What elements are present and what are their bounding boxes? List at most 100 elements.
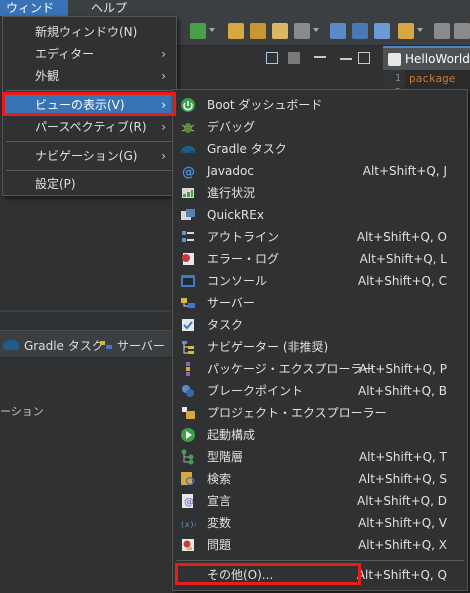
- view-item-boot-dashboard[interactable]: Boot ダッシュボード: [173, 94, 467, 116]
- view-item-other[interactable]: その他(O)... Alt+Shift+Q, Q: [173, 564, 467, 586]
- editor-tab-label: HelloWorld.: [405, 52, 470, 66]
- package-explorer-icon: [180, 361, 196, 377]
- menu-item-label: エラー・ログ: [207, 252, 280, 266]
- view-item-problems[interactable]: 問題 Alt+Shift+Q, X: [173, 534, 467, 556]
- menu-item-label: デバッグ: [207, 120, 256, 134]
- open-type-icon[interactable]: [374, 23, 390, 39]
- menu-item-label: ナビゲーター (非推奨): [207, 340, 329, 354]
- refresh-icon[interactable]: [190, 23, 206, 39]
- console-icon: [180, 273, 196, 289]
- menu-item-label: Boot ダッシュボード: [207, 98, 323, 112]
- chevron-right-icon: ›: [161, 149, 166, 163]
- menu-item-label: パッケージ・エクスプローラー: [207, 362, 375, 376]
- menu-window[interactable]: ウィンドウ(W): [0, 0, 68, 31]
- view-item-launch-configurations[interactable]: 起動構成: [173, 424, 467, 446]
- chevron-down-icon[interactable]: [313, 28, 319, 32]
- maximize-icon[interactable]: [358, 52, 370, 64]
- forward-arrow-icon[interactable]: [454, 23, 470, 39]
- view-item-console[interactable]: コンソール Alt+Shift+Q, C: [173, 270, 467, 292]
- problems-icon: [180, 537, 196, 553]
- menu-item-label: 新規ウィンドウ(N): [35, 25, 138, 39]
- shortcut-label: Alt+Shift+Q, V: [358, 516, 447, 530]
- menu-item-show-view[interactable]: ビューの表示(V) ›: [3, 94, 176, 116]
- view-toolbar: [262, 50, 372, 68]
- tool-icon[interactable]: [294, 23, 310, 39]
- view-menu-icon[interactable]: [314, 56, 326, 62]
- shortcut-label: Alt+Shift+Q, C: [357, 274, 447, 288]
- type-hierarchy-icon: [180, 449, 196, 465]
- editor-tab-helloworld[interactable]: HelloWorld.: [383, 46, 470, 70]
- chevron-right-icon: ›: [161, 47, 166, 61]
- tasks-icon: [180, 317, 196, 333]
- menu-item-label: その他(O)...: [207, 568, 274, 582]
- progress-icon: [180, 185, 196, 201]
- line-number: 1: [394, 73, 401, 84]
- launch-config-icon: [180, 427, 196, 443]
- view-item-outline[interactable]: アウトライン Alt+Shift+Q, O: [173, 226, 467, 248]
- menu-item-appearance[interactable]: 外観 ›: [3, 65, 176, 87]
- view-item-debug[interactable]: デバッグ: [173, 116, 467, 138]
- menu-item-perspective[interactable]: パースペクティブ(R) ›: [3, 116, 176, 138]
- view-item-servers[interactable]: サーバー: [173, 292, 467, 314]
- search-icon[interactable]: [330, 23, 346, 39]
- tab-gradle-tasks[interactable]: Gradle タスク: [24, 338, 104, 354]
- view-item-type-hierarchy[interactable]: 型階層 Alt+Shift+Q, T: [173, 446, 467, 468]
- chevron-down-icon[interactable]: [417, 28, 423, 32]
- menu-item-editor[interactable]: エディター ›: [3, 43, 176, 65]
- svg-text:(x)=: (x)=: [180, 520, 196, 529]
- menu-item-new-window[interactable]: 新規ウィンドウ(N): [3, 21, 176, 43]
- view-item-search[interactable]: 検索 Alt+Shift+Q, S: [173, 468, 467, 490]
- view-item-project-explorer[interactable]: プロジェクト・エクスプローラー: [173, 402, 467, 424]
- gradle-elephant-icon: [3, 340, 19, 350]
- shortcut-label: Alt+Shift+Q, Q: [356, 568, 447, 582]
- menu-help[interactable]: ヘルプ(H): [85, 0, 147, 31]
- tab-servers[interactable]: サーバー: [117, 338, 165, 354]
- view-item-progress[interactable]: 進行状況: [173, 182, 467, 204]
- download-icon[interactable]: [398, 23, 414, 39]
- menu-item-navigation[interactable]: ナビゲーション(G) ›: [3, 145, 176, 167]
- search-file-icon[interactable]: [352, 23, 368, 39]
- view-item-javadoc[interactable]: @ Javadoc Alt+Shift+Q, J: [173, 160, 467, 182]
- menu-item-label: 変数: [207, 516, 232, 530]
- show-view-submenu: Boot ダッシュボード デバッグ Gradle タスク @ Javadoc A…: [172, 89, 468, 591]
- menu-item-label: パースペクティブ(R): [35, 120, 147, 134]
- menu-item-label: 起動構成: [207, 428, 256, 442]
- back-arrow-icon[interactable]: [434, 23, 450, 39]
- view-item-quickrex[interactable]: QuickREx: [173, 204, 467, 226]
- declaration-icon: @: [180, 493, 196, 509]
- chevron-right-icon: ›: [161, 98, 166, 112]
- quickrex-icon: [180, 207, 196, 223]
- link-editor-icon[interactable]: [288, 52, 300, 64]
- pane-divider: [0, 310, 176, 312]
- menu-item-label: 設定(P): [35, 177, 76, 191]
- view-item-package-explorer[interactable]: パッケージ・エクスプローラー Alt+Shift+Q, P: [173, 358, 467, 380]
- shortcut-label: Alt+Shift+Q, D: [357, 494, 447, 508]
- folder-open-icon[interactable]: [250, 23, 266, 39]
- javadoc-at-icon: @: [180, 163, 196, 180]
- shortcut-label: Alt+Shift+Q, L: [359, 252, 447, 266]
- menu-item-label: 型階層: [207, 450, 244, 464]
- collapse-all-icon[interactable]: [266, 52, 278, 64]
- menu-item-preferences[interactable]: 設定(P): [3, 173, 176, 195]
- chevron-down-icon[interactable]: [209, 28, 215, 32]
- view-item-navigator[interactable]: ナビゲーター (非推奨): [173, 336, 467, 358]
- shortcut-label: Alt+Shift+Q, B: [358, 384, 447, 398]
- minimize-icon[interactable]: [340, 52, 352, 60]
- view-item-breakpoints[interactable]: ブレークポイント Alt+Shift+Q, B: [173, 380, 467, 402]
- view-item-error-log[interactable]: エラー・ログ Alt+Shift+Q, L: [173, 248, 467, 270]
- boot-dashboard-icon: [180, 97, 196, 113]
- project-explorer-icon: [180, 405, 196, 421]
- menu-item-label: 進行状況: [207, 186, 256, 200]
- chevron-right-icon: ›: [161, 120, 166, 134]
- view-item-gradle-tasks[interactable]: Gradle タスク: [173, 138, 467, 160]
- servers-icon: [99, 339, 113, 351]
- run-icon[interactable]: [272, 23, 288, 39]
- shortcut-label: Alt+Shift+Q, O: [356, 230, 447, 244]
- window-menu: 新規ウィンドウ(N) エディター › 外観 › ビューの表示(V) › パースペ…: [2, 16, 177, 196]
- menu-item-label: ブレークポイント: [207, 384, 304, 398]
- view-item-variables[interactable]: (x)= 変数 Alt+Shift+Q, V: [173, 512, 467, 534]
- folder-icon[interactable]: [228, 23, 244, 39]
- view-item-declaration[interactable]: @ 宣言 Alt+Shift+Q, D: [173, 490, 467, 512]
- java-file-icon: [388, 53, 401, 66]
- view-item-tasks[interactable]: タスク: [173, 314, 467, 336]
